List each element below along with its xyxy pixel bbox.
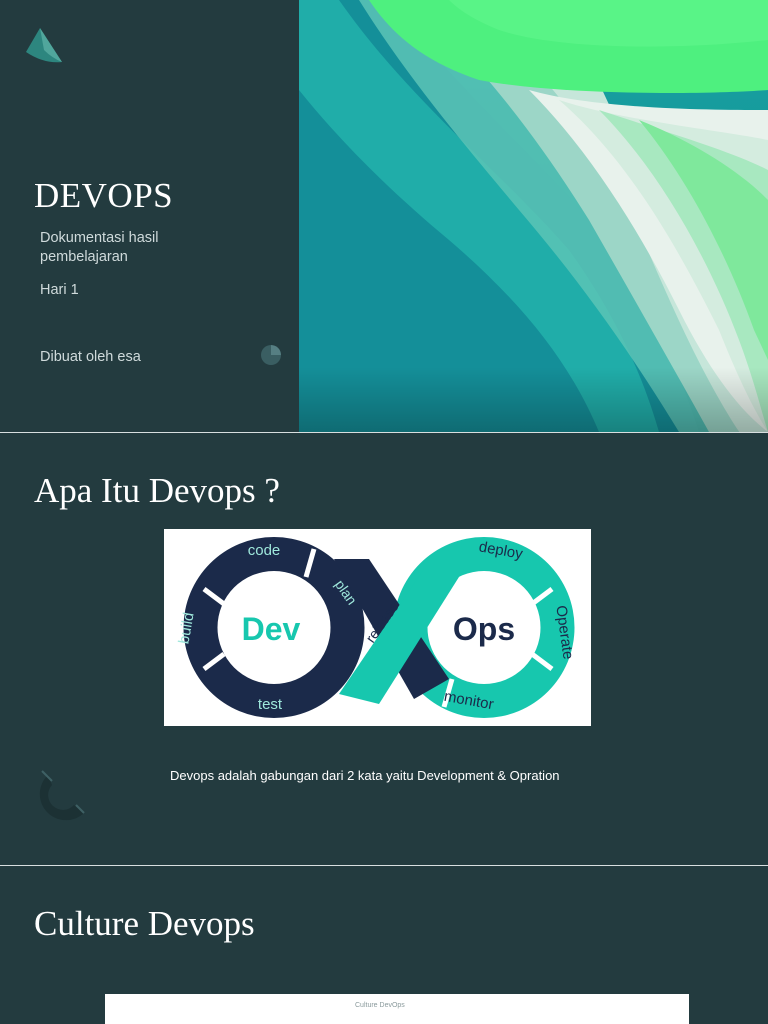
culture-devops-slide: Culture Devops Culture DevOps: [0, 866, 768, 1024]
presentation-subtitle: Dokumentasi hasil pembelajaran: [40, 230, 159, 265]
sphere-decoration-icon: [261, 345, 281, 365]
author-label: Dibuat oleh esa: [40, 349, 141, 365]
dev-label: Dev: [242, 611, 301, 647]
ops-label: Ops: [453, 611, 515, 647]
stage-code: code: [248, 542, 281, 559]
devops-description: Devops adalah gabungan dari 2 kata yaitu…: [170, 768, 560, 783]
devops-infinity-diagram: Dev Ops code build test plan release dep…: [164, 529, 591, 726]
cone-decoration-icon: [26, 28, 62, 63]
slide-heading: Culture Devops: [34, 904, 255, 943]
day-label: Hari 1: [40, 282, 79, 298]
culture-image-caption: Culture DevOps: [355, 1002, 405, 1009]
ring-decoration-icon: [39, 770, 85, 821]
culture-image-placeholder: Culture DevOps: [105, 994, 689, 1024]
presentation-title: DEVOPS: [34, 176, 174, 215]
abstract-wave-image: [299, 0, 768, 432]
slide-heading: Apa Itu Devops ?: [34, 471, 280, 510]
stage-test: test: [258, 696, 283, 713]
what-is-devops-slide: Apa Itu Devops ? Dev Ops code build test…: [0, 433, 768, 865]
title-slide: DEVOPS Dokumentasi hasil pembelajaran Ha…: [0, 0, 768, 432]
